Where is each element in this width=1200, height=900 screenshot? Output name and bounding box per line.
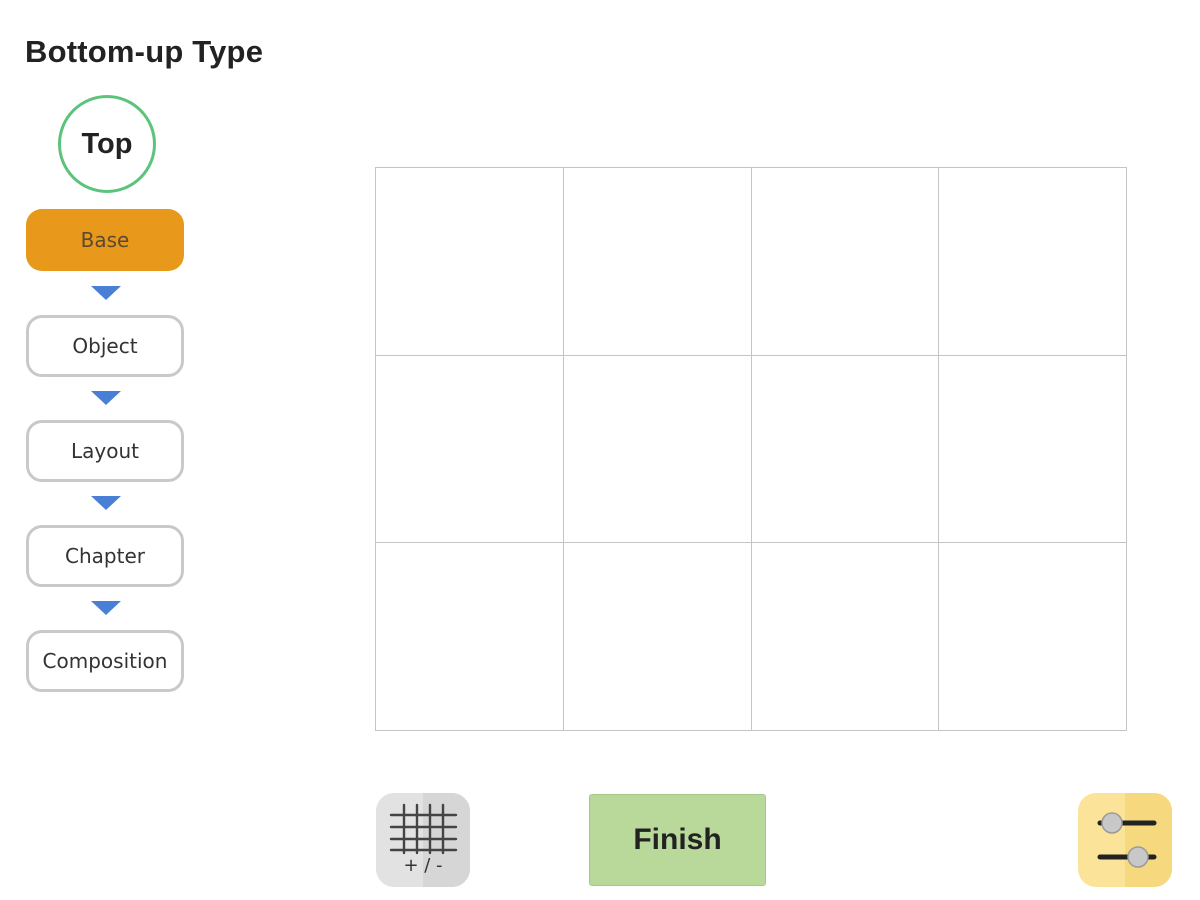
grid-cell[interactable] bbox=[563, 355, 752, 544]
step-layout[interactable]: Layout bbox=[26, 420, 184, 482]
step-chapter[interactable]: Chapter bbox=[26, 525, 184, 587]
app-root: Bottom-up Type Top Base Object Layout Ch… bbox=[0, 0, 1200, 900]
grid-cell[interactable] bbox=[939, 168, 1127, 356]
down-arrow-icon bbox=[91, 391, 121, 405]
grid-cell[interactable] bbox=[751, 543, 940, 731]
down-arrow-icon bbox=[91, 601, 121, 615]
finish-button[interactable]: Finish bbox=[589, 794, 766, 886]
grid-resize-button[interactable]: + / - bbox=[376, 793, 470, 887]
grid-cell[interactable] bbox=[563, 543, 752, 731]
grid-cell[interactable] bbox=[563, 168, 752, 356]
down-arrow-icon bbox=[91, 496, 121, 510]
settings-button[interactable] bbox=[1078, 793, 1172, 887]
step-object[interactable]: Object bbox=[26, 315, 184, 377]
grid-cell[interactable] bbox=[751, 168, 940, 356]
grid-cell[interactable] bbox=[751, 355, 940, 544]
grid-cell[interactable] bbox=[939, 543, 1127, 731]
grid-cell[interactable] bbox=[376, 543, 564, 731]
grid-cell[interactable] bbox=[376, 168, 564, 356]
sliders-icon bbox=[1097, 812, 1157, 868]
down-arrow-icon bbox=[91, 286, 121, 300]
top-node[interactable]: Top bbox=[58, 95, 156, 193]
layout-grid bbox=[375, 167, 1127, 731]
step-base[interactable]: Base bbox=[26, 209, 184, 271]
step-composition[interactable]: Composition bbox=[26, 630, 184, 692]
grid-cell[interactable] bbox=[376, 355, 564, 544]
page-title: Bottom-up Type bbox=[25, 34, 264, 69]
grid-cell[interactable] bbox=[939, 355, 1127, 544]
grid-button-label: + / - bbox=[403, 855, 443, 876]
